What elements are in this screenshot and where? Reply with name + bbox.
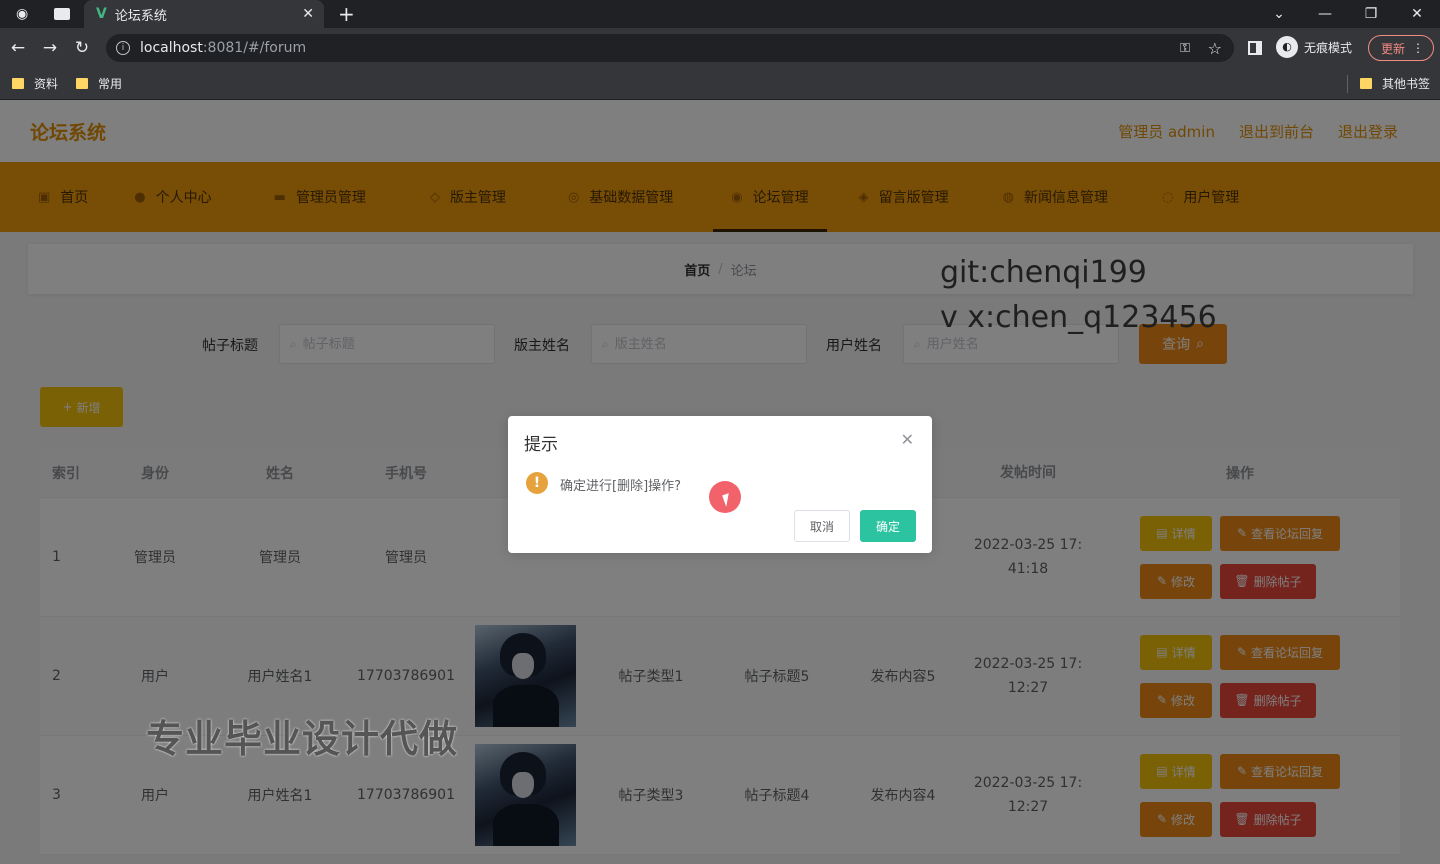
dialog-title: 提示 bbox=[524, 435, 558, 455]
url-input[interactable]: i localhost:8081/#/forum ⚿ ☆ bbox=[106, 34, 1234, 62]
bookmark-folder-1[interactable]: 资料 bbox=[12, 75, 58, 92]
browser-tab[interactable]: V 论坛系统 ✕ bbox=[84, 0, 324, 28]
bookmark-label: 资料 bbox=[34, 77, 59, 91]
bookmark-star-icon[interactable]: ☆ bbox=[1208, 39, 1222, 58]
watermark-line: git:chenqi199 bbox=[940, 255, 1147, 290]
watermark-banner: 专业毕业设计代做 bbox=[146, 717, 459, 761]
window-controls: ⌄ — ❐ ✕ bbox=[1256, 0, 1440, 28]
url-path: :8081/#/forum bbox=[202, 40, 307, 56]
url-host: localhost bbox=[140, 40, 203, 56]
folder-icon bbox=[1359, 78, 1372, 89]
update-label: 更新 bbox=[1381, 41, 1406, 56]
more-menu-icon[interactable]: ⋮ bbox=[1412, 41, 1424, 55]
window-switch-icon[interactable] bbox=[54, 8, 70, 20]
watermark-line: v x:chen_q123456 bbox=[940, 300, 1217, 335]
tab-title: 论坛系统 bbox=[114, 8, 167, 24]
incognito-indicator[interactable]: ◐ 无痕模式 bbox=[1276, 36, 1352, 58]
vue-logo-icon: V bbox=[96, 6, 107, 22]
side-panel-icon[interactable] bbox=[1248, 41, 1262, 55]
bookmarks-bar: 资料 常用 其他书签 bbox=[0, 68, 1440, 100]
close-window-icon[interactable]: ✕ bbox=[1394, 6, 1440, 22]
back-icon[interactable]: ← bbox=[2, 38, 34, 58]
update-button[interactable]: 更新 ⋮ bbox=[1368, 35, 1434, 61]
forward-icon[interactable]: → bbox=[34, 38, 66, 58]
dialog-message: 确定进行[删除]操作? bbox=[560, 479, 682, 494]
bookmark-folder-2[interactable]: 常用 bbox=[76, 75, 122, 92]
tab-close-icon[interactable]: ✕ bbox=[302, 6, 314, 22]
browser-menu-icon[interactable]: ◉ bbox=[16, 6, 32, 22]
address-bar-row: ← → ↻ i localhost:8081/#/forum ⚿ ☆ ◐ 无痕模… bbox=[0, 28, 1440, 68]
divider bbox=[1346, 74, 1348, 93]
key-icon[interactable]: ⚿ bbox=[1180, 41, 1190, 56]
bookmark-label: 其他书签 bbox=[1381, 77, 1430, 91]
folder-icon bbox=[76, 78, 89, 89]
bookmark-label: 常用 bbox=[98, 77, 123, 91]
incognito-icon: ◐ bbox=[1276, 36, 1298, 58]
new-tab-icon[interactable]: + bbox=[338, 0, 355, 28]
warning-icon: ! bbox=[526, 472, 548, 494]
tab-search-icon[interactable]: ⌄ bbox=[1256, 6, 1302, 22]
folder-icon bbox=[12, 78, 24, 89]
watermark-contact: git:chenqi199 v x:chen_q123456 bbox=[940, 250, 1217, 340]
cancel-button[interactable]: 取消 bbox=[794, 510, 850, 542]
reload-icon[interactable]: ↻ bbox=[66, 38, 98, 58]
browser-tabbar: ◉ V 论坛系统 ✕ + ⌄ — ❐ ✕ bbox=[0, 0, 1440, 28]
close-icon[interactable]: ✕ bbox=[901, 430, 914, 449]
app-root: 论坛系统 管理员 admin 退出到前台 退出登录 ▣首页 ●个人中心 ▬管理员… bbox=[0, 100, 1440, 864]
restore-icon[interactable]: ❐ bbox=[1348, 6, 1394, 22]
site-info-icon[interactable]: i bbox=[116, 41, 130, 55]
other-bookmarks[interactable]: 其他书签 bbox=[1346, 74, 1430, 93]
minimize-icon[interactable]: — bbox=[1302, 6, 1348, 22]
confirm-button[interactable]: 确定 bbox=[860, 510, 916, 542]
incognito-label: 无痕模式 bbox=[1304, 40, 1353, 55]
